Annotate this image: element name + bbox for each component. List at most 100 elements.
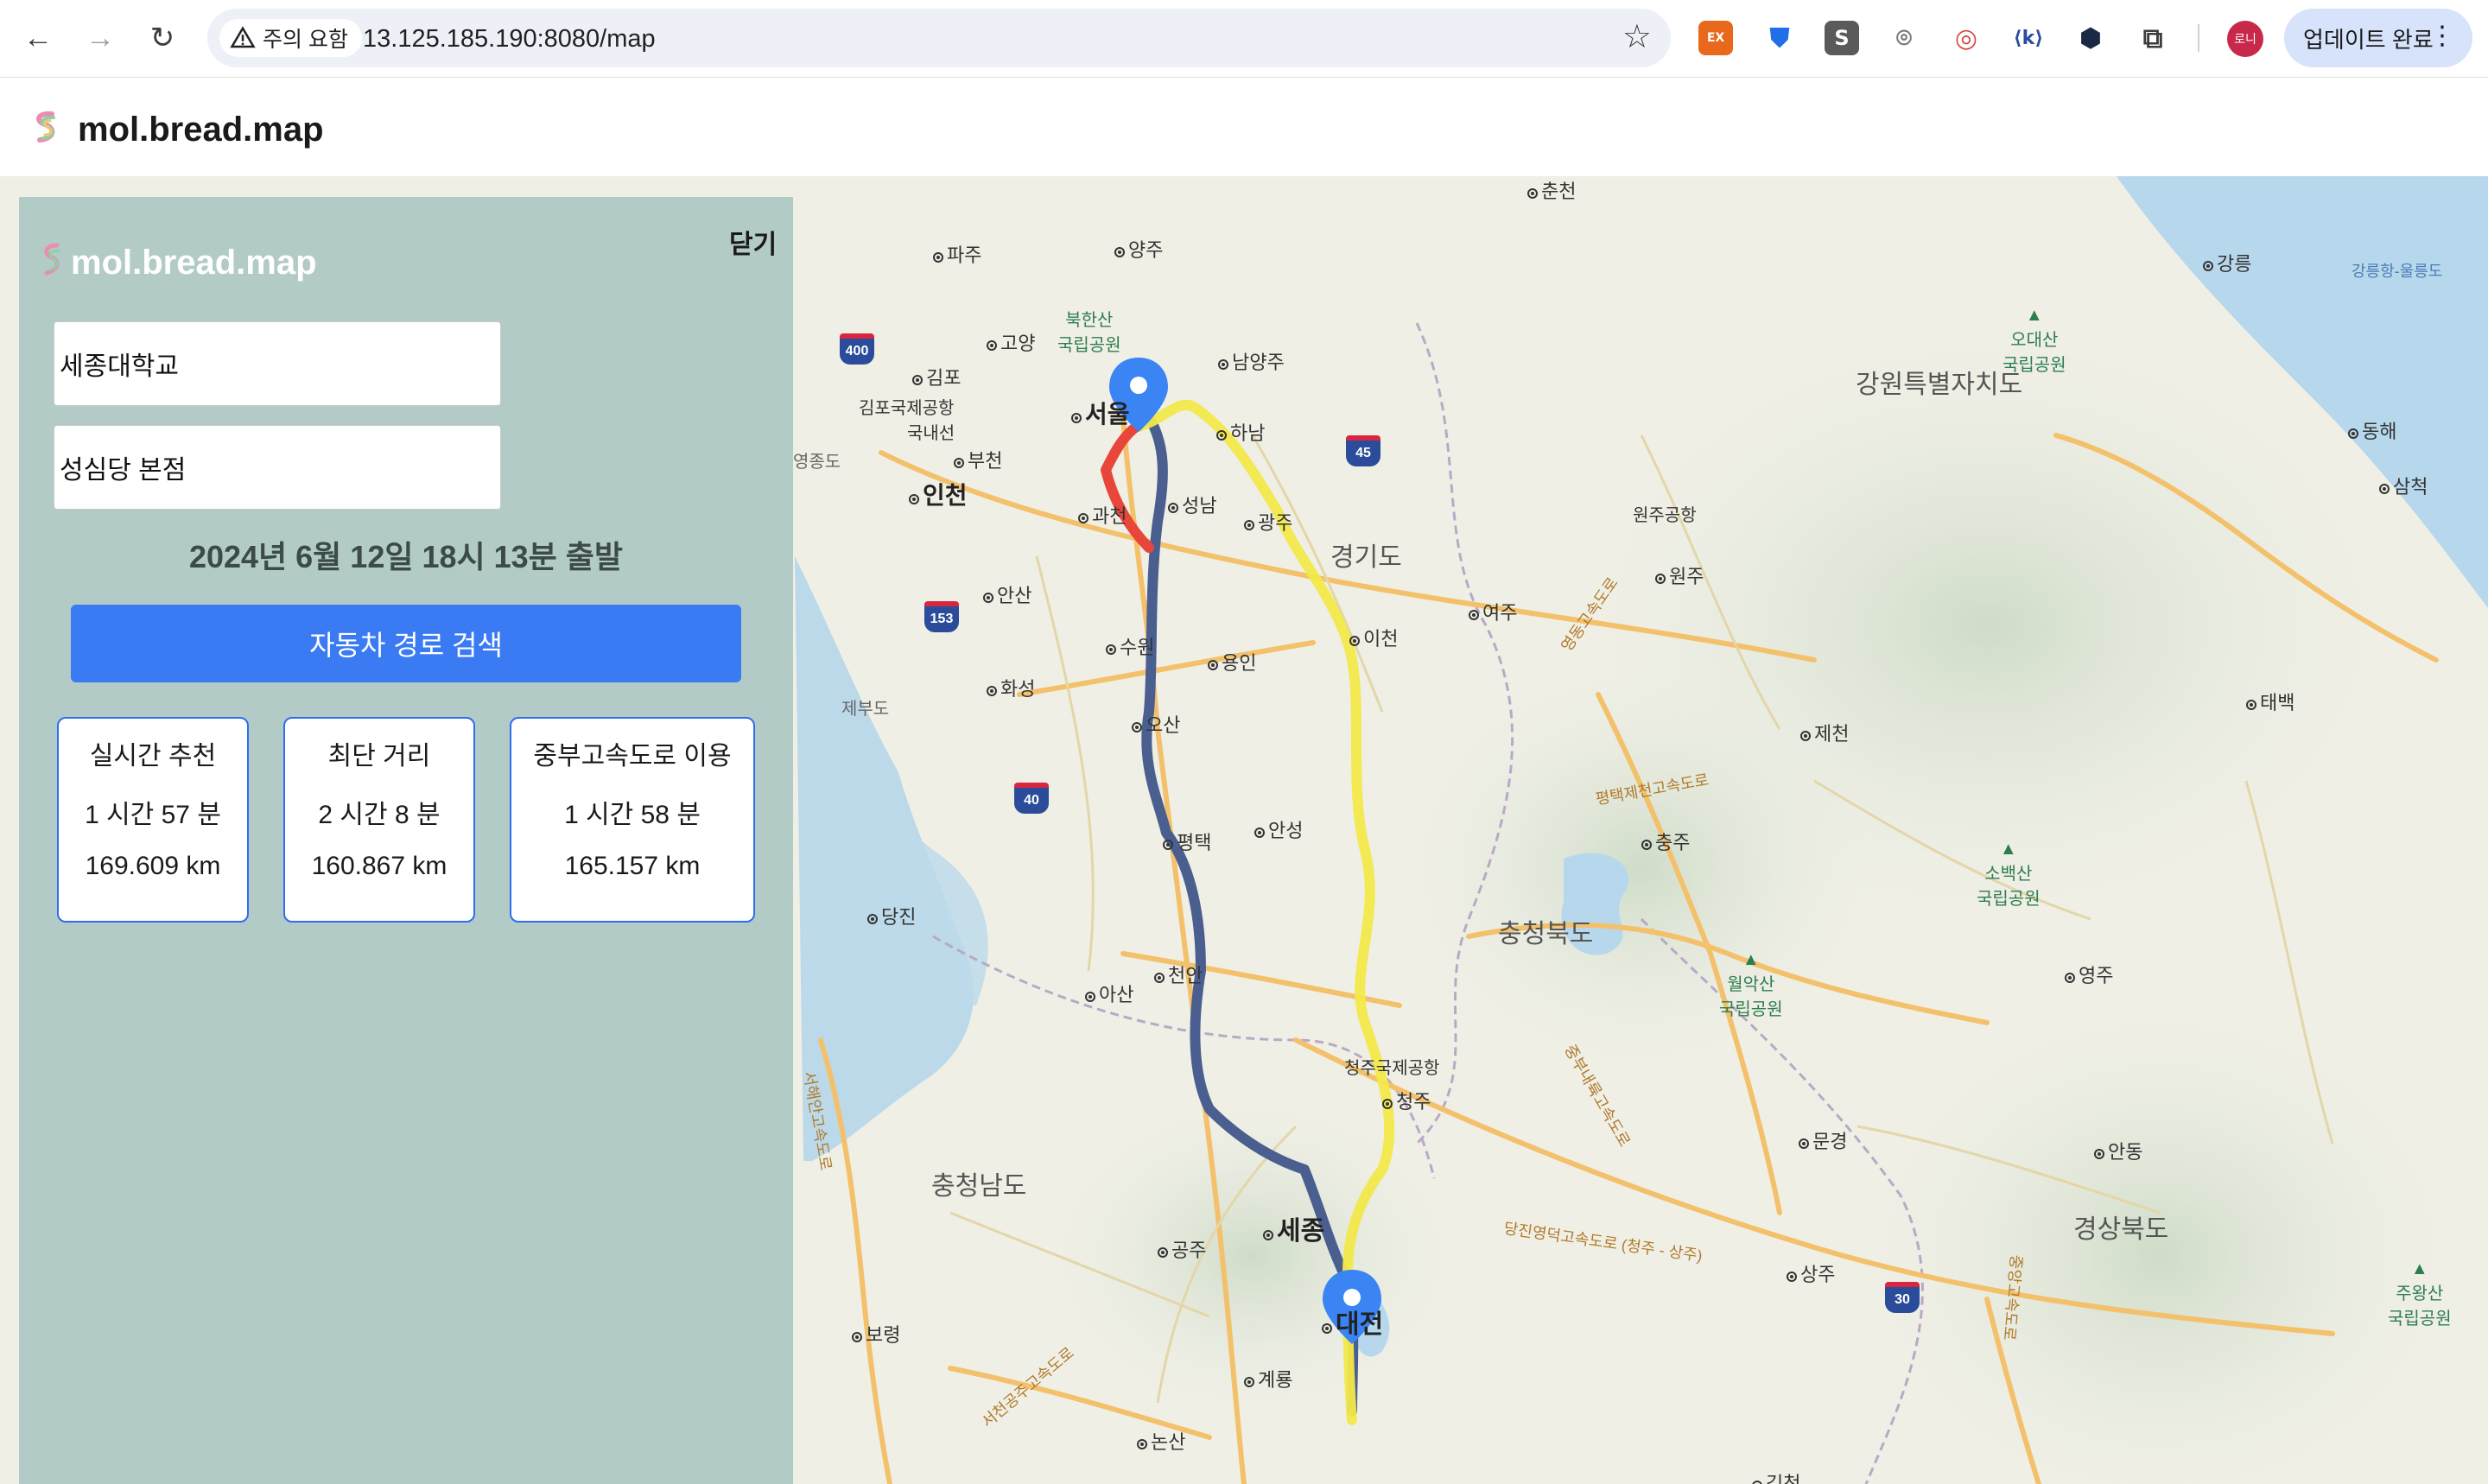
highway-shield: 30 (1885, 1282, 1920, 1313)
route-time: 1 시간 58 분 (564, 801, 701, 829)
map-label-gwacheon: 과천 (1078, 501, 1127, 529)
highway-shield: 45 (1346, 435, 1380, 466)
map-label-hanam: 하남 (1216, 418, 1265, 446)
profile-avatar[interactable]: 로니 (2227, 21, 2263, 57)
map-label-yeongjongdo: 영종도 (793, 453, 841, 472)
map-label-chungbuk: 충청북도 (1498, 920, 1594, 948)
highway-shield: 400 (840, 333, 874, 365)
route-card-realtime[interactable]: 실시간 추천 1 시간 57 분 169.609 km (57, 717, 249, 923)
map-label-yangju: 양주 (1114, 235, 1163, 263)
map-label-mungyeong: 문경 (1799, 1126, 1847, 1154)
map-label-gyeryong: 계룡 (1244, 1365, 1292, 1392)
map-label-gimpo: 김포 (912, 363, 961, 390)
map-label-juwangsan: ▲ 주왕산 국립공원 (2388, 1259, 2452, 1329)
map-label-odaesan: ▲ 오대산 국립공원 (2002, 306, 2066, 375)
map-label-goyang: 고양 (987, 328, 1035, 356)
warning-triangle-icon (230, 26, 256, 48)
map-label-donghae: 동해 (2348, 416, 2396, 444)
departure-time: 2024년 6월 12일 18시 13분 출발 (188, 539, 624, 574)
route-card-shortest[interactable]: 최단 거리 2 시간 8 분 160.867 km (283, 717, 475, 923)
map-label-taebaek: 태백 (2246, 688, 2294, 715)
toolbar-divider (2198, 24, 2199, 52)
map-label-yeoju: 여주 (1469, 598, 1517, 625)
logo-icon (44, 243, 60, 276)
map-label-gimpo-airport: 김포국제공항 국내선 (859, 399, 955, 443)
map-label-gwangju: 광주 (1244, 508, 1292, 536)
cube-icon[interactable]: ⬢ (2073, 21, 2108, 55)
more-menu-icon[interactable]: ⋮ (2429, 21, 2455, 51)
puzzle-icon[interactable]: ⧉ (2136, 21, 2170, 55)
map-label-icheon: 이천 (1349, 624, 1398, 651)
map-label-chuncheon: 춘천 (1527, 176, 1576, 204)
site-title[interactable]: mol.bread.map (78, 111, 324, 149)
map-label-suwon: 수원 (1106, 632, 1154, 660)
security-warning-label: 주의 요함 (263, 28, 348, 52)
map-label-woraksan: ▲ 월악산 국립공원 (1719, 950, 1783, 1019)
map-label-gangneung: 강릉 (2203, 249, 2251, 276)
destination-input[interactable] (54, 425, 501, 510)
route-panel: mol.bread.map 닫기 2024년 6월 12일 18시 13분 출발… (19, 197, 793, 1484)
map-label-andong: 안동 (2094, 1137, 2142, 1164)
bookmark-star-icon[interactable]: ☆ (1622, 21, 1652, 54)
reload-icon[interactable]: ↻ (143, 19, 181, 57)
update-button[interactable]: 업데이트 완료 ⋮ (2284, 9, 2472, 67)
route-card-jungbu[interactable]: 중부고속도로 이용 1 시간 58 분 165.157 km (510, 717, 755, 923)
logo-icon (36, 111, 55, 143)
url-text[interactable]: 13.125.185.190:8080/map (363, 25, 656, 54)
map-label-gyeonggi: 경기도 (1330, 543, 1402, 572)
map-label-dangjin: 당진 (867, 902, 916, 929)
map-label-gongju: 공주 (1158, 1235, 1206, 1263)
search-route-button[interactable]: 자동차 경로 검색 (71, 605, 741, 682)
map-label-namyangju: 남양주 (1218, 347, 1285, 375)
route-name: 중부고속도로 이용 (533, 742, 732, 771)
back-arrow-icon[interactable]: ← (19, 19, 57, 57)
map-label-boryeong: 보령 (852, 1320, 900, 1348)
map-label-cheongju: 청주 (1382, 1087, 1431, 1114)
map-label-ansan: 안산 (983, 580, 1031, 608)
map-label-jebudo: 제부도 (841, 700, 890, 719)
map-label-hwaseong: 화성 (987, 674, 1035, 701)
camera-icon[interactable]: ⌾ (1887, 21, 1921, 55)
map-label-seoul: 서울 (1071, 396, 1130, 430)
map-label-samcheok: 삼척 (2379, 472, 2428, 499)
update-label: 업데이트 완료 (2303, 26, 2434, 53)
s-icon[interactable]: S (1825, 21, 1859, 55)
route-time: 2 시간 8 분 (318, 801, 441, 829)
map-label-yeongju: 영주 (2065, 961, 2113, 988)
map-label-yongin: 용인 (1208, 648, 1256, 675)
security-warning-chip[interactable]: 주의 요함 (219, 19, 362, 57)
map-label-pyeongtaek: 평택 (1163, 828, 1211, 855)
map-label-chungju: 충주 (1641, 828, 1690, 855)
close-button[interactable]: 닫기 (729, 223, 777, 261)
address-bar[interactable]: 주의 요함 13.125.185.190:8080/map ☆ (207, 9, 1671, 67)
target-icon[interactable]: ◎ (1949, 21, 1983, 55)
map-label-gyeongbuk: 경상북도 (2073, 1215, 2169, 1244)
route-distance: 169.609 km (85, 852, 221, 880)
map-label-cheongju-airport: 청주국제공항 (1344, 1059, 1440, 1078)
route-distance: 165.157 km (564, 852, 701, 880)
highway-shield: 153 (924, 601, 959, 632)
map-label-gangneung-ferry: 강릉항-울릉도 (2352, 263, 2443, 280)
map-label-sangju: 상주 (1787, 1259, 1835, 1287)
site-header: mol.bread.map (0, 78, 2488, 176)
map-label-wonju-airport: 원주공항 (1633, 506, 1697, 525)
origin-input[interactable] (54, 321, 501, 406)
map-label-wonju: 원주 (1655, 561, 1704, 589)
map-label-sobaeksan: ▲ 소백산 국립공원 (1977, 840, 2041, 909)
panel-title: mol.bread.map (71, 244, 317, 282)
forward-arrow-icon[interactable]: → (81, 19, 119, 57)
map-label-gimcheon: 김천 (1752, 1468, 1800, 1484)
route-name: 최단 거리 (327, 742, 431, 771)
map-label-chungnam: 충청남도 (931, 1172, 1027, 1201)
map-label-paju: 파주 (933, 240, 981, 268)
ex-icon[interactable]: EX (1698, 21, 1733, 55)
shield-icon[interactable]: ⛊ (1762, 21, 1797, 55)
route-name: 실시간 추천 (89, 742, 217, 771)
map-label-asan: 아산 (1085, 980, 1133, 1007)
map-label-gangwon: 강원특별자치도 (1856, 371, 2023, 399)
map-label-jecheon: 제천 (1800, 719, 1849, 746)
map-label-seongnam: 성남 (1168, 491, 1216, 518)
map-label-bukhansan: 북한산 국립공원 (1057, 311, 1121, 355)
k-icon[interactable]: ⟨k⟩ (2011, 21, 2046, 55)
map-label-nonsan: 논산 (1137, 1427, 1185, 1455)
